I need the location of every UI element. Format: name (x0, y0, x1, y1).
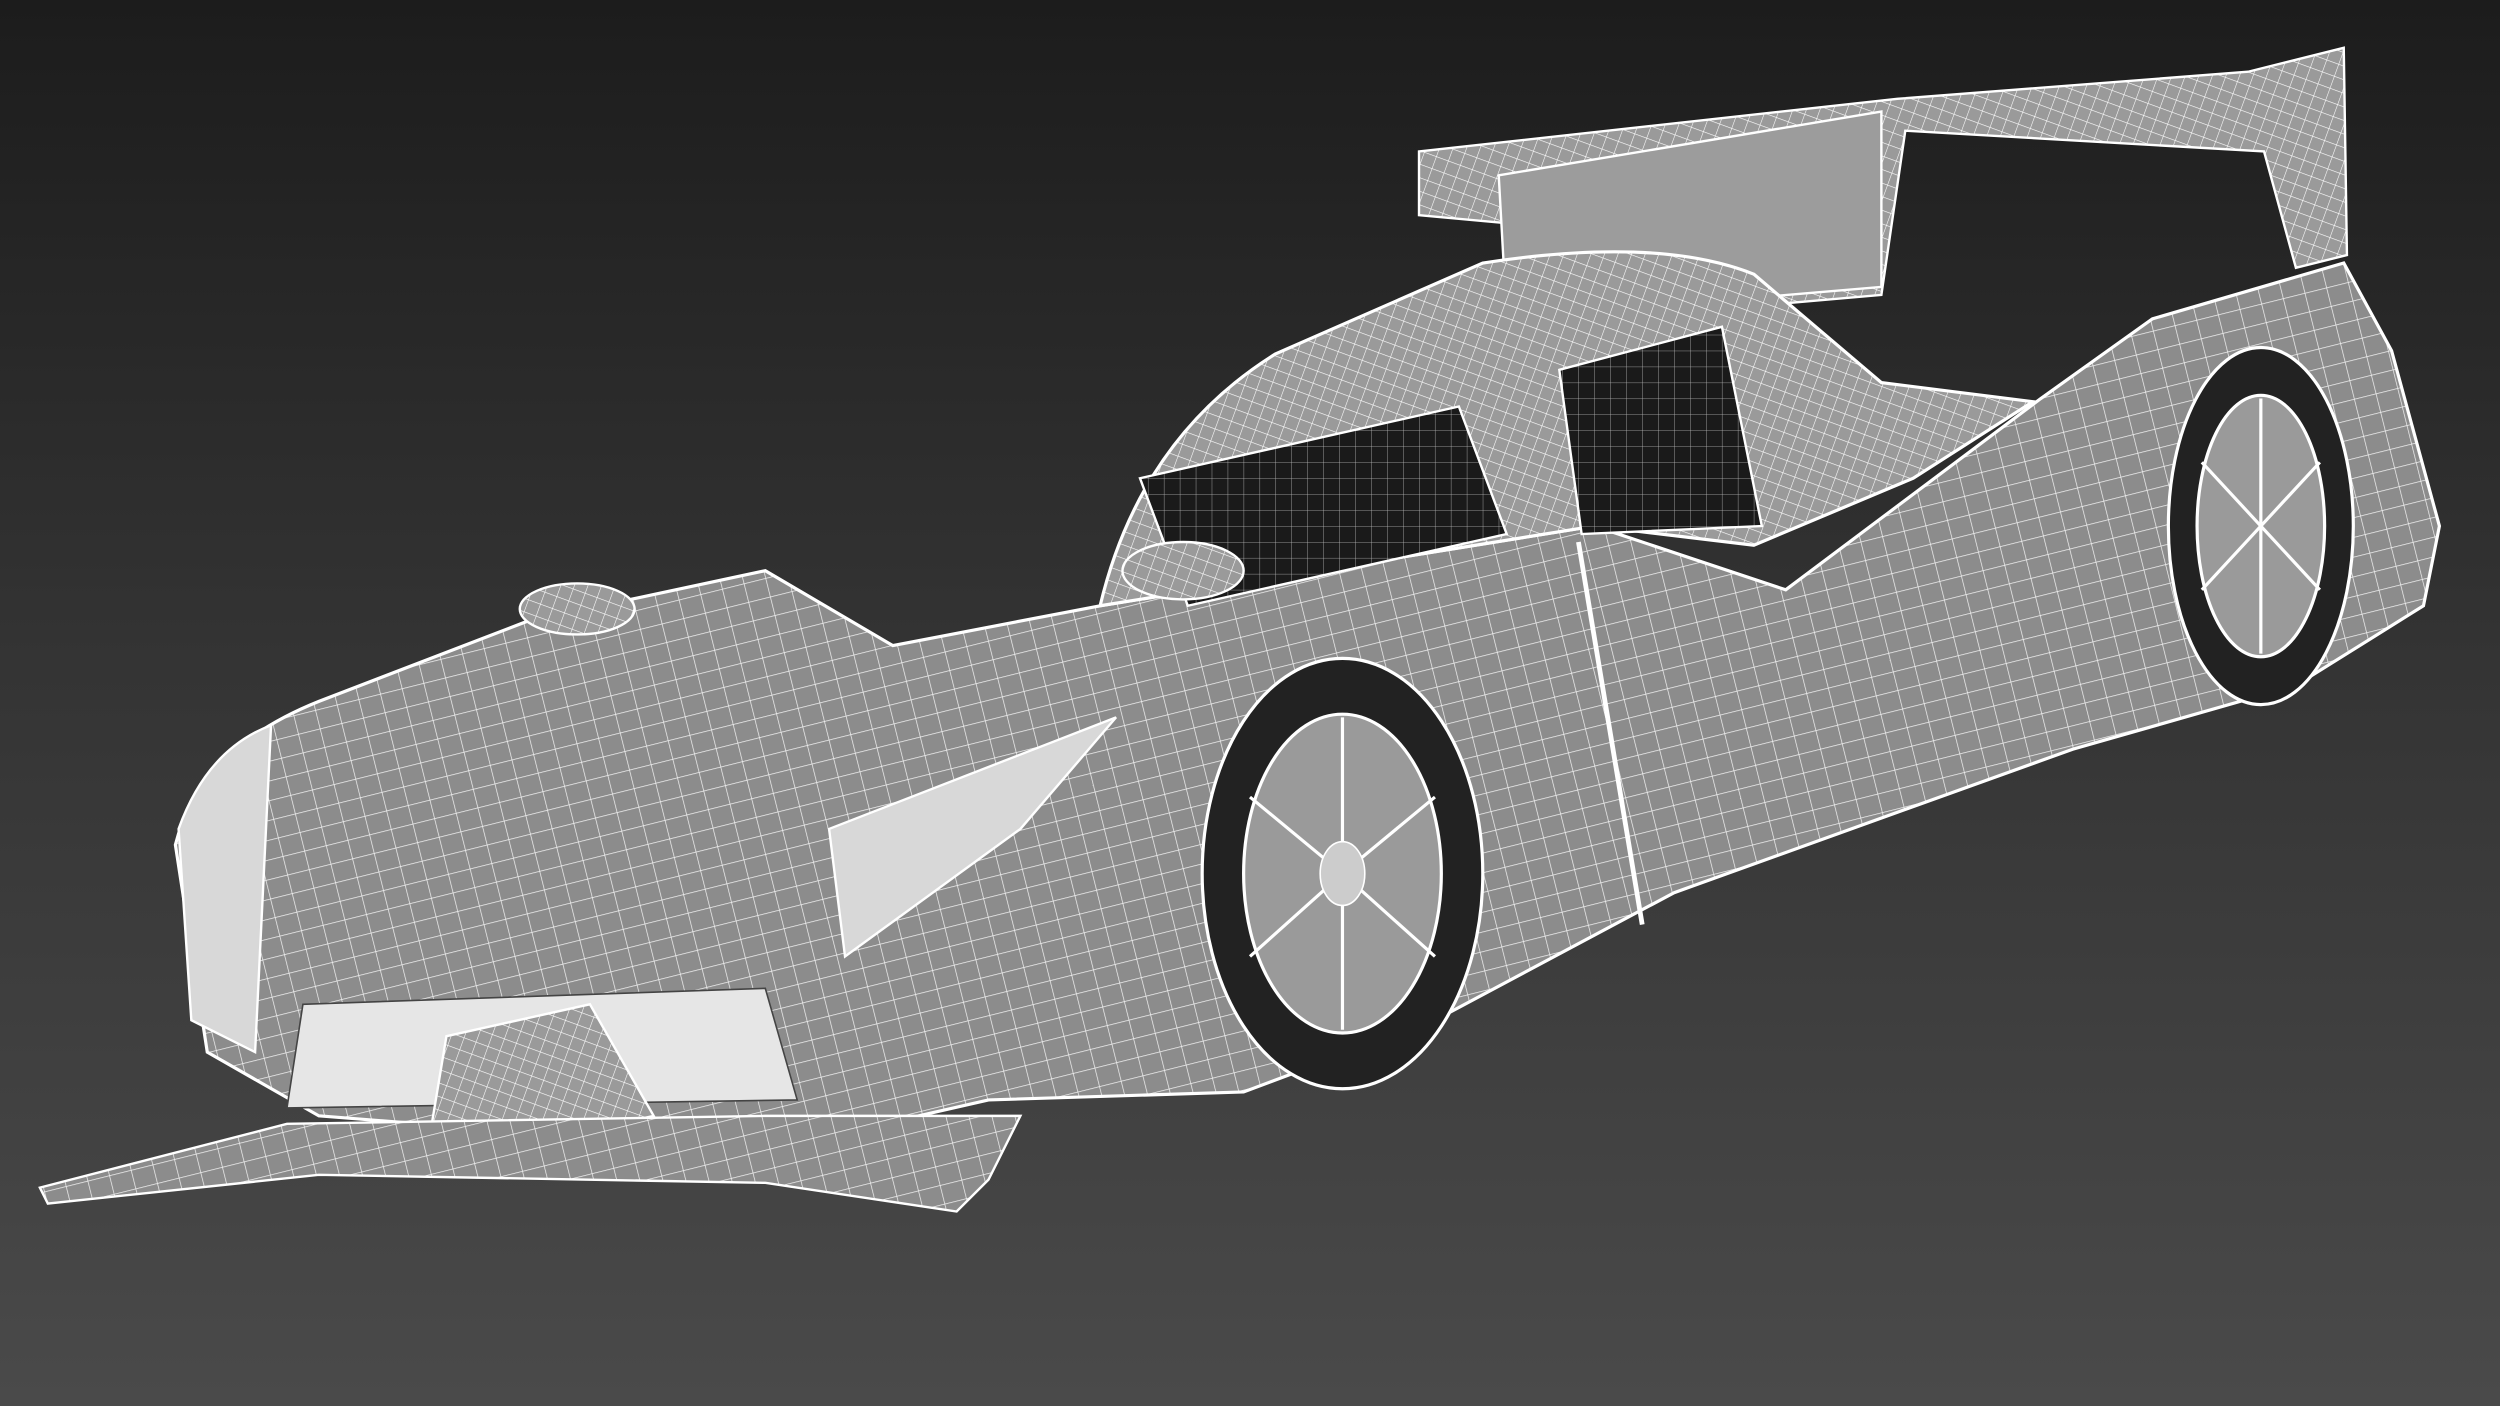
left-mirror (518, 582, 636, 636)
wireframe-race-car (38, 46, 2442, 1213)
left-headlight (177, 723, 273, 1054)
3d-viewport[interactable] (0, 0, 2500, 1406)
right-mirror (1121, 540, 1245, 601)
rear-wheel (2166, 345, 2355, 707)
front-splitter (38, 1114, 1023, 1213)
front-wheel (1200, 656, 1485, 1091)
